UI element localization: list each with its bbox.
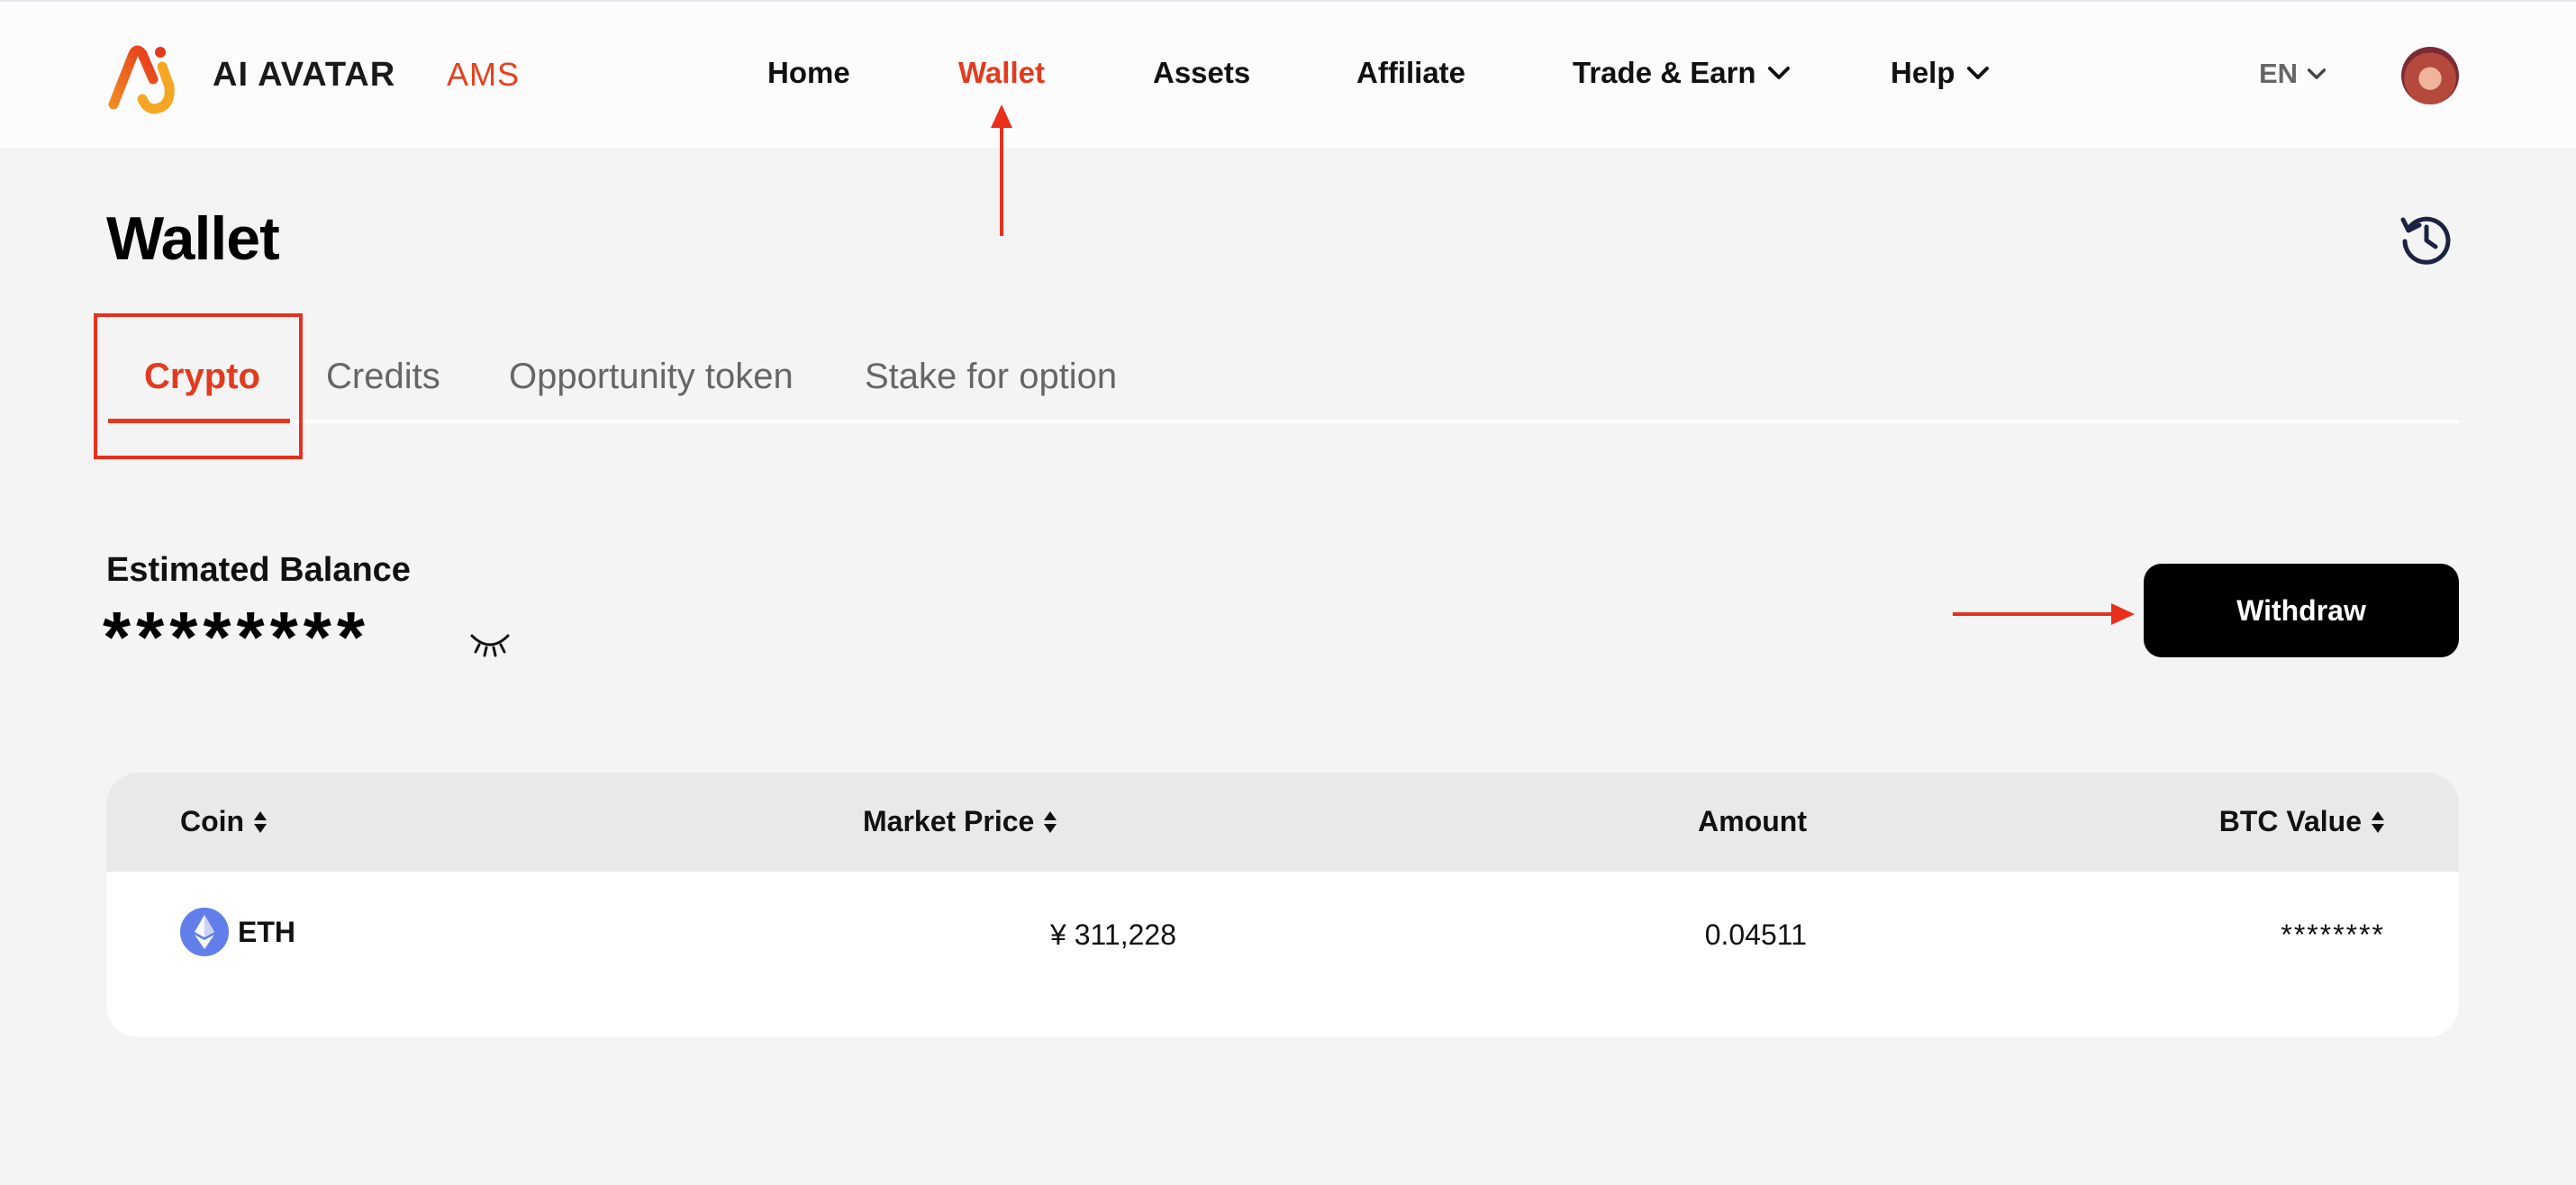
eth-icon [180,908,229,956]
tab-credits[interactable]: Credits [326,357,440,397]
estimated-balance-value: ******** [103,597,371,677]
nav-help-label: Help [1891,56,1955,89]
column-header-btc-value-label: BTC Value [2218,805,2362,837]
table-header: Coin Market Price Amount BTC Value [106,773,2459,872]
language-selector[interactable]: EN [2259,58,2327,90]
nav-trade-earn[interactable]: Trade & Earn [1573,56,1791,90]
history-icon[interactable] [2399,213,2452,265]
column-header-amount: Amount [1698,805,1807,838]
column-header-market-price[interactable]: Market Price [863,805,1057,838]
avatar[interactable] [2401,47,2459,104]
column-header-coin-label: Coin [180,805,245,837]
column-header-btc-value[interactable]: BTC Value [2219,805,2385,838]
nav-home[interactable]: Home [767,56,850,90]
language-label: EN [2259,58,2299,89]
btc-value: ******** [2281,918,2385,951]
logo-icon[interactable] [106,40,184,115]
nav-assets[interactable]: Assets [1153,56,1250,90]
coin-cell: ETH [180,908,295,956]
brand-subtitle: AMS [447,56,521,93]
tab-opportunity-token[interactable]: Opportunity token [509,357,794,397]
column-header-market-price-label: Market Price [863,805,1035,837]
top-navbar: AI AVATAR AMS Home Wallet Assets Affilia… [0,0,2576,148]
brand-name: AI AVATAR [213,56,396,94]
sort-icon [1044,810,1057,833]
annotation-highlight-box [94,313,303,459]
chevron-down-icon [2307,68,2327,79]
amount-value: 0.04511 [1704,918,1807,951]
nav-home-label: Home [767,56,850,89]
chevron-down-icon [1767,67,1790,79]
nav-wallet[interactable]: Wallet [958,56,1045,90]
tabs-divider [106,420,2459,423]
eye-closed-icon[interactable] [468,627,512,659]
column-header-coin[interactable]: Coin [180,805,268,838]
nav-help[interactable]: Help [1891,56,1990,90]
nav-trade-earn-label: Trade & Earn [1573,56,1756,89]
column-header-amount-label: Amount [1698,805,1807,837]
crypto-table: Coin Market Price Amount BTC Value ETH ¥… [106,773,2459,1037]
tab-stake-for-option[interactable]: Stake for option [865,357,1117,397]
annotation-arrow-up [991,104,1012,236]
nav-assets-label: Assets [1153,56,1251,89]
coin-name: ETH [238,915,295,948]
sort-icon [2372,810,2384,833]
withdraw-button[interactable]: Withdraw [2144,564,2459,657]
annotation-arrow-right [1953,603,2135,625]
nav-affiliate-label: Affiliate [1356,56,1466,89]
nav-wallet-label: Wallet [958,56,1045,89]
estimated-balance-label: Estimated Balance [106,551,411,589]
page-title: Wallet [106,204,280,273]
chevron-down-icon [1966,67,1989,79]
market-price-value: ¥ 311,228 [1050,918,1176,951]
nav-affiliate[interactable]: Affiliate [1356,56,1465,90]
sort-icon [254,810,268,833]
